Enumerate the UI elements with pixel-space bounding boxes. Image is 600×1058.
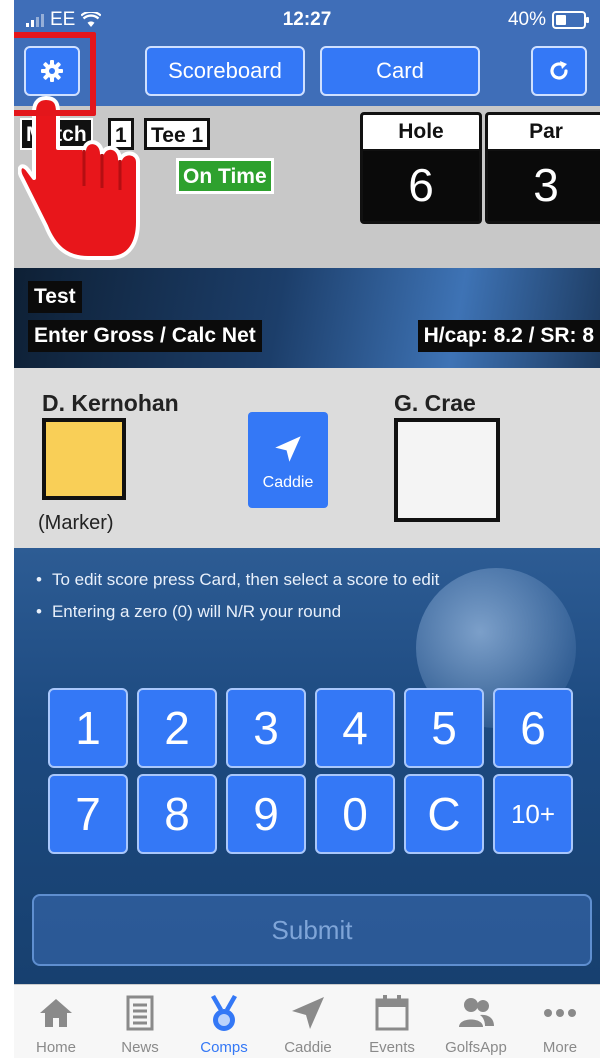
tab-more[interactable]: More <box>518 985 600 1058</box>
key-4[interactable]: 4 <box>315 688 395 768</box>
key-5[interactable]: 5 <box>404 688 484 768</box>
tab-bar: Home News Comps Caddie Events GolfsApp M… <box>14 984 600 1058</box>
top-bar: EE 12:27 40% Scoreboard Card <box>14 0 600 106</box>
pointing-hand-icon <box>18 96 140 260</box>
location-arrow-icon <box>275 436 301 462</box>
tee-label: Tee 1 <box>144 118 211 150</box>
news-icon <box>126 995 154 1031</box>
tab-events[interactable]: Events <box>350 985 434 1058</box>
tab-home[interactable]: Home <box>14 985 98 1058</box>
users-icon <box>459 998 494 1027</box>
tab-comps-label: Comps <box>200 1039 248 1056</box>
par-tile: Par 3 <box>485 112 600 224</box>
players-panel: D. Kernohan (Marker) Caddie G. Crae <box>14 368 600 548</box>
tab-home-label: Home <box>35 1039 76 1056</box>
hole-label: Hole <box>363 115 479 151</box>
caddie-label: Caddie <box>262 474 314 491</box>
key-3[interactable]: 3 <box>226 688 306 768</box>
battery-percent: 40% <box>507 9 546 30</box>
tab-caddie[interactable]: Caddie <box>266 985 350 1058</box>
keypad-area: To edit score press Card, then select a … <box>14 548 600 984</box>
status-bar: EE 12:27 40% <box>14 0 600 40</box>
submit-button[interactable]: Submit <box>32 894 592 966</box>
tab-comps[interactable]: Comps <box>182 985 266 1058</box>
key-9[interactable]: 9 <box>226 774 306 854</box>
battery-info: 40% <box>507 9 589 31</box>
home-icon <box>40 999 72 1027</box>
app-screen: EE 12:27 40% Scoreboard Card 1 Tee 1 On … <box>14 0 600 1058</box>
hole-value: 6 <box>408 159 434 211</box>
key-1[interactable]: 1 <box>48 688 128 768</box>
tab-news[interactable]: News <box>98 985 182 1058</box>
key-6[interactable]: 6 <box>493 688 573 768</box>
tab-more-label: More <box>542 1039 578 1056</box>
player1-role: (Marker) <box>38 512 114 534</box>
par-value: 3 <box>533 159 559 211</box>
handicap-info: H/cap: 8.2 / SR: 8 <box>417 320 600 352</box>
par-label: Par <box>488 115 600 151</box>
tee-label-text: Tee <box>151 124 186 147</box>
competition-name: Test <box>28 281 82 313</box>
location-arrow-icon <box>292 997 324 1029</box>
tab-caddie-label: Caddie <box>284 1039 332 1056</box>
medal-icon <box>211 995 237 1031</box>
key-clear[interactable]: C <box>404 774 484 854</box>
refresh-icon <box>550 61 568 80</box>
instruction-zero: Entering a zero (0) will N/R your round <box>36 602 341 622</box>
more-icon <box>544 1009 576 1017</box>
player2-name: G. Crae <box>394 390 476 416</box>
pace-status-badge: On Time <box>176 158 274 194</box>
card-button[interactable]: Card <box>320 46 480 96</box>
calendar-icon <box>375 995 409 1031</box>
tab-golfsapp[interactable]: GolfsApp <box>434 985 518 1058</box>
key-8[interactable]: 8 <box>137 774 217 854</box>
key-10-plus[interactable]: 10+ <box>493 774 573 854</box>
key-2[interactable]: 2 <box>137 688 217 768</box>
key-7[interactable]: 7 <box>48 774 128 854</box>
tee-value: 1 <box>191 124 204 147</box>
competition-banner: Test Enter Gross / Calc Net H/cap: 8.2 /… <box>14 268 600 368</box>
player2-score-box[interactable] <box>394 418 500 522</box>
battery-icon <box>552 11 589 29</box>
refresh-button[interactable] <box>531 46 587 96</box>
settings-highlight-frame <box>14 32 96 116</box>
key-0[interactable]: 0 <box>315 774 395 854</box>
tab-news-label: News <box>121 1039 159 1056</box>
player1-name: D. Kernohan <box>42 390 179 416</box>
hole-tile: Hole 6 <box>360 112 482 224</box>
tab-events-label: Events <box>369 1039 415 1056</box>
caddie-button[interactable]: Caddie <box>248 412 328 508</box>
entry-mode: Enter Gross / Calc Net <box>28 320 262 352</box>
player1-score-box[interactable] <box>42 418 126 500</box>
scoreboard-button[interactable]: Scoreboard <box>145 46 305 96</box>
tab-golfsapp-label: GolfsApp <box>445 1039 507 1056</box>
instruction-edit: To edit score press Card, then select a … <box>36 570 439 590</box>
